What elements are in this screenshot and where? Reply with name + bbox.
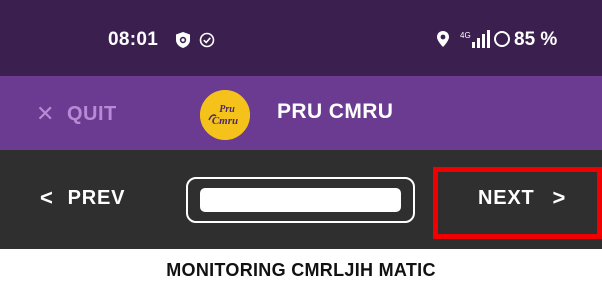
progress-bar — [186, 177, 415, 223]
quit-label: QUIT — [66, 102, 117, 125]
close-icon: ✕ — [36, 101, 55, 126]
chevron-right-icon: > — [552, 185, 567, 210]
next-label: NEXT — [478, 186, 535, 209]
app-bar: ✕ QUIT Pru Cmru PRU CMRU — [0, 76, 602, 150]
signal-icon: 4G — [460, 30, 490, 48]
prev-label: PREV — [67, 186, 126, 209]
svg-text:Pru: Pru — [219, 104, 235, 115]
quit-button[interactable]: ✕ QUIT — [36, 100, 117, 128]
chevron-left-icon: < — [40, 185, 54, 210]
app-logo: Pru Cmru — [200, 90, 250, 140]
battery-level: 85 % — [514, 29, 558, 50]
prev-button[interactable]: < PREV — [40, 185, 125, 211]
app-logo-image: Pru Cmru — [200, 90, 250, 140]
svg-text:4G: 4G — [460, 31, 471, 40]
nav-bar: < PREV NEXT > — [0, 150, 602, 249]
app-title: PRU CMRU — [277, 100, 394, 123]
status-time: 08:01 — [108, 29, 159, 50]
shield-icon — [176, 32, 190, 48]
next-button[interactable]: NEXT > — [478, 185, 566, 211]
location-icon — [437, 31, 449, 47]
progress-fill — [200, 188, 401, 212]
battery-icon — [494, 31, 510, 47]
status-bar: 08:01 4G 85 % — [0, 0, 602, 76]
page-title: MONITORING CMRLJIH MATIC — [166, 260, 436, 280]
check-circle-icon — [199, 32, 215, 48]
svg-text:Cmru: Cmru — [212, 115, 238, 127]
